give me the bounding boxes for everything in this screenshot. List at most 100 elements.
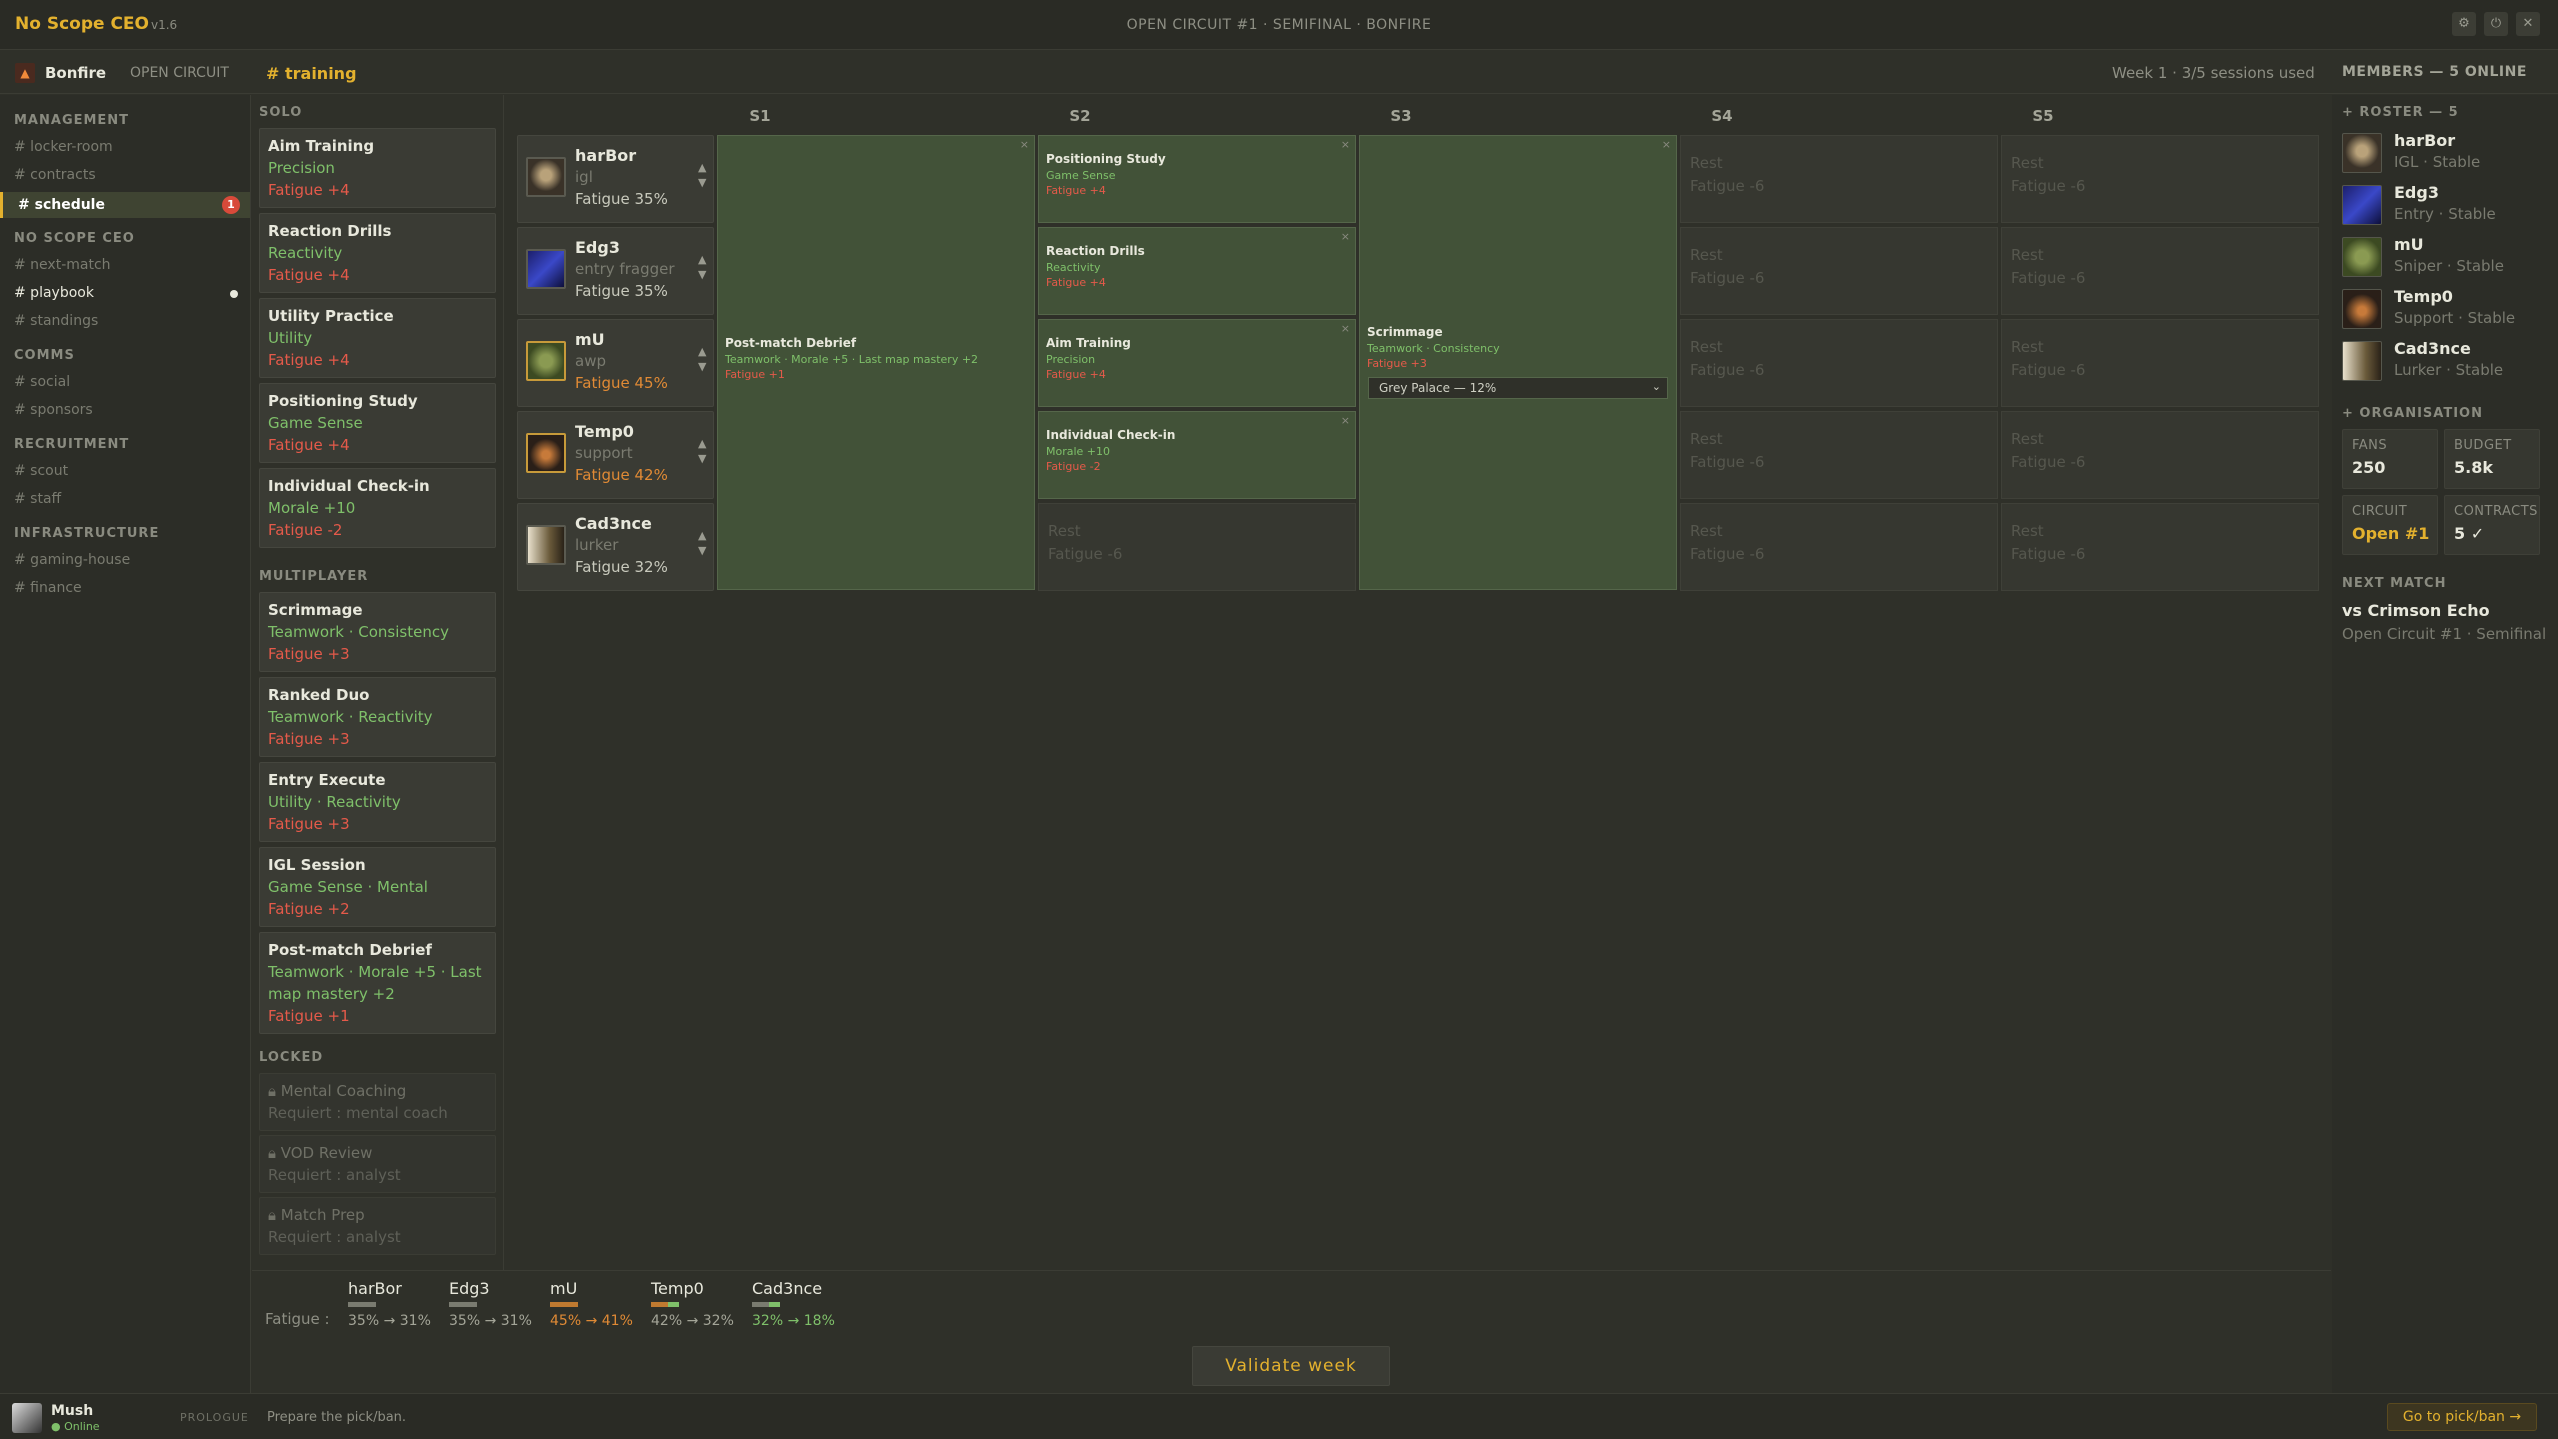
go-to-pick-ban-button[interactable]: Go to pick/ban → xyxy=(2387,1403,2537,1431)
fatigue-summary: Fatigue : harBor 35% → 31% Edg3 35% → 31% … xyxy=(252,1270,2331,1393)
reorder-arrows-icon[interactable]: ▲ ▼ xyxy=(698,344,706,374)
close-icon[interactable]: ✕ xyxy=(2516,12,2540,36)
validate-week-button[interactable]: Validate week xyxy=(1192,1346,1390,1386)
session-slot-rest[interactable]: Rest Fatigue -6 xyxy=(2001,319,2319,407)
session-slot-rest[interactable]: Rest Fatigue -6 xyxy=(1680,503,1998,591)
locked-title: LOCKED xyxy=(259,1050,324,1065)
fatigue-change: 45% → 41% xyxy=(550,1313,633,1329)
channel-sponsors[interactable]: # sponsors xyxy=(14,402,93,418)
settings-icon[interactable]: ⚙ xyxy=(2452,12,2476,36)
player-fatigue: Fatigue 42% xyxy=(575,466,668,484)
schedule-board: S1 S2 S3 S4 S5 harBor igl Fatigue 35% ▲ ▼… xyxy=(505,95,2331,1270)
session-slot[interactable]: × Aim Training Precision Fatigue +4 xyxy=(1038,319,1356,407)
roster-member[interactable]: harBor IGL · Stable xyxy=(2342,129,2552,175)
player-card[interactable]: Temp0 support Fatigue 42% ▲ ▼ xyxy=(517,411,714,499)
server-name[interactable]: Bonfire xyxy=(45,64,106,82)
roster-member[interactable]: Temp0 Support · Stable xyxy=(2342,285,2552,331)
activity-card[interactable]: Individual Check-in Morale +10 Fatigue -2 xyxy=(259,468,496,548)
roster-member[interactable]: mU Sniper · Stable xyxy=(2342,233,2552,279)
fatigue-player-name: Temp0 xyxy=(651,1279,704,1298)
remove-icon[interactable]: × xyxy=(1662,138,1671,151)
activity-card[interactable]: Aim Training Precision Fatigue +4 xyxy=(259,128,496,208)
channel-standings[interactable]: # standings xyxy=(14,313,98,329)
player-fatigue: Fatigue 45% xyxy=(575,374,668,392)
reorder-arrows-icon[interactable]: ▲ ▼ xyxy=(698,160,706,190)
server-subtitle: OPEN CIRCUIT xyxy=(130,65,229,81)
budget-label: BUDGET xyxy=(2454,438,2512,453)
player-card[interactable]: harBor igl Fatigue 35% ▲ ▼ xyxy=(517,135,714,223)
channel-scout[interactable]: # scout xyxy=(14,463,68,479)
locked-activity-card: 🔒︎ VOD Review Requiert : analyst xyxy=(259,1135,496,1193)
session-slot[interactable]: × Reaction Drills Reactivity Fatigue +4 xyxy=(1038,227,1356,315)
session-slot-rest[interactable]: Rest Fatigue -6 xyxy=(2001,503,2319,591)
organisation-title: + ORGANISATION xyxy=(2342,406,2483,421)
locked-activity-card: 🔒︎ Match Prep Requiert : analyst xyxy=(259,1197,496,1255)
player-card[interactable]: Edg3 entry fragger Fatigue 35% ▲ ▼ xyxy=(517,227,714,315)
session-slot-rest[interactable]: Rest Fatigue -6 xyxy=(1038,503,1356,591)
session-slot-s3[interactable]: × Scrimmage Teamwork · Consistency Fatig… xyxy=(1359,135,1677,590)
channel-playbook[interactable]: # playbook xyxy=(14,285,94,301)
power-icon[interactable]: ⏻ xyxy=(2484,12,2508,36)
reorder-arrows-icon[interactable]: ▲ ▼ xyxy=(698,436,706,466)
fans-label: FANS xyxy=(2352,438,2388,453)
remove-icon[interactable]: × xyxy=(1341,138,1350,151)
channel-schedule[interactable]: # schedule xyxy=(0,192,250,218)
avatar xyxy=(2342,185,2382,225)
player-card[interactable]: mU awp Fatigue 45% ▲ ▼ xyxy=(517,319,714,407)
activity-stat: Morale +10 xyxy=(268,499,356,517)
session-slot-rest[interactable]: Rest Fatigue -6 xyxy=(1680,411,1998,499)
player-name: harBor xyxy=(575,146,637,165)
activity-card[interactable]: Post-match Debrief Teamwork · Morale +5 ·… xyxy=(259,932,496,1034)
session-slot[interactable]: × Positioning Study Game Sense Fatigue +… xyxy=(1038,135,1356,223)
channel-staff[interactable]: # staff xyxy=(14,491,61,507)
session-slot-rest[interactable]: Rest Fatigue -6 xyxy=(1680,227,1998,315)
player-name: Edg3 xyxy=(575,238,620,257)
lock-icon: 🔒︎ xyxy=(268,1082,281,1100)
reorder-arrows-icon[interactable]: ▲ ▼ xyxy=(698,252,706,282)
session-slot-rest[interactable]: Rest Fatigue -6 xyxy=(2001,135,2319,223)
top-nav: ▲ Bonfire OPEN CIRCUIT # training Week 1… xyxy=(0,51,2558,94)
activity-card[interactable]: Scrimmage Teamwork · Consistency Fatigue +… xyxy=(259,592,496,672)
channel-locker-room[interactable]: # locker-room xyxy=(14,139,113,155)
user-name: Mush xyxy=(51,1403,94,1419)
fatigue-change: 32% → 18% xyxy=(752,1313,835,1329)
channel-contracts[interactable]: # contracts xyxy=(14,167,96,183)
session-slot-rest[interactable]: Rest Fatigue -6 xyxy=(1680,135,1998,223)
channel-social[interactable]: # social xyxy=(14,374,70,390)
slot-activity-name: Post-match Debrief xyxy=(725,336,857,350)
column-s3: S3 xyxy=(1390,107,1412,125)
session-slot-rest[interactable]: Rest Fatigue -6 xyxy=(2001,411,2319,499)
player-card[interactable]: Cad3nce lurker Fatigue 32% ▲ ▼ xyxy=(517,503,714,591)
reorder-arrows-icon[interactable]: ▲ ▼ xyxy=(698,528,706,558)
activity-card[interactable]: Positioning Study Game Sense Fatigue +4 xyxy=(259,383,496,463)
session-slot-rest[interactable]: Rest Fatigue -6 xyxy=(2001,227,2319,315)
channel-finance[interactable]: # finance xyxy=(14,580,82,596)
fatigue-label: Fatigue : xyxy=(265,1310,330,1328)
session-slot[interactable]: × Individual Check-in Morale +10 Fatigue… xyxy=(1038,411,1356,499)
roster-member[interactable]: Edg3 Entry · Stable xyxy=(2342,181,2552,227)
remove-icon[interactable]: × xyxy=(1341,322,1350,335)
next-match-opponent[interactable]: vs Crimson Echo xyxy=(2342,601,2490,620)
player-name: Cad3nce xyxy=(575,514,652,533)
channel-next-match[interactable]: # next-match xyxy=(14,257,111,273)
map-select[interactable]: Grey Palace — 12% ⌄ xyxy=(1368,377,1668,399)
session-slot-s1[interactable]: × Post-match Debrief Teamwork · Morale +… xyxy=(717,135,1035,590)
activity-card[interactable]: Utility Practice Utility Fatigue +4 xyxy=(259,298,496,378)
avatar[interactable] xyxy=(12,1403,42,1433)
remove-icon[interactable]: × xyxy=(1341,414,1350,427)
activity-card[interactable]: IGL Session Game Sense · Mental Fatigue +2 xyxy=(259,847,496,927)
channel-gaming-house[interactable]: # gaming-house xyxy=(14,552,130,568)
activity-card[interactable]: Reaction Drills Reactivity Fatigue +4 xyxy=(259,213,496,293)
locked-activity-card: 🔒︎ Mental Coaching Requiert : mental coac… xyxy=(259,1073,496,1131)
member-name: harBor xyxy=(2394,131,2456,150)
remove-icon[interactable]: × xyxy=(1020,138,1029,151)
rest-fatigue: Fatigue -6 xyxy=(1690,453,1765,471)
member-role: Sniper · Stable xyxy=(2394,257,2504,275)
session-slot-rest[interactable]: Rest Fatigue -6 xyxy=(1680,319,1998,407)
remove-icon[interactable]: × xyxy=(1341,230,1350,243)
activity-card[interactable]: Entry Execute Utility · Reactivity Fatigue… xyxy=(259,762,496,842)
roster-member[interactable]: Cad3nce Lurker · Stable xyxy=(2342,337,2552,383)
activity-card[interactable]: Ranked Duo Teamwork · Reactivity Fatigue +… xyxy=(259,677,496,757)
avatar xyxy=(526,157,566,197)
slot-activity-name: Reaction Drills xyxy=(1046,244,1145,258)
